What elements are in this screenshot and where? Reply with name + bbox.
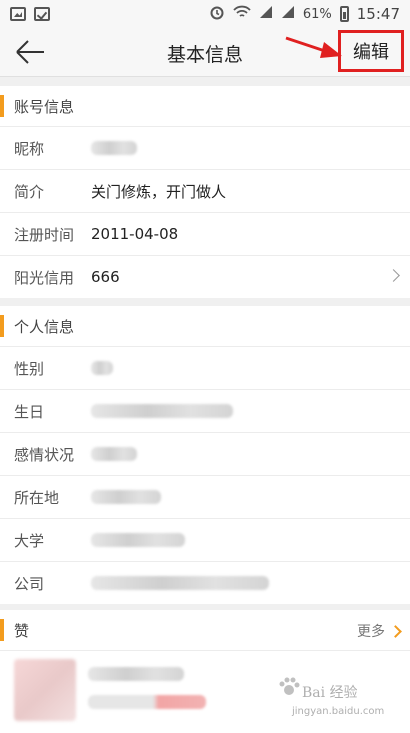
location-row[interactable]: 所在地 — [0, 476, 410, 519]
liked-item-thumbnail-blurred — [14, 659, 76, 721]
company-value-blurred — [91, 576, 269, 590]
birthday-label: 生日 — [14, 402, 45, 421]
clock: 15:47 — [356, 5, 400, 23]
wifi-icon — [233, 5, 251, 23]
chevron-right-icon — [389, 624, 402, 638]
account-info-section: 账号信息 昵称 简介 关门修炼，开门做人 注册时间 2011-04-08 阳光信… — [0, 86, 410, 298]
birthday-row[interactable]: 生日 — [0, 390, 410, 433]
university-value-blurred — [91, 533, 185, 547]
relationship-value-blurred — [91, 447, 137, 461]
section-accent-bar — [0, 619, 4, 641]
company-row[interactable]: 公司 — [0, 562, 410, 604]
watermark-url: jingyan.baidu.com — [292, 706, 385, 717]
paw-logo-icon — [279, 677, 300, 695]
bio-row[interactable]: 简介 关门修炼，开门做人 — [0, 170, 410, 213]
gender-value-blurred — [91, 361, 113, 375]
bio-label: 简介 — [14, 182, 45, 201]
register-date-row: 注册时间 2011-04-08 — [0, 213, 410, 256]
likes-section-header: 赞 更多 — [0, 610, 410, 651]
relationship-row[interactable]: 感情状况 — [0, 433, 410, 476]
register-date-value: 2011-04-08 — [91, 225, 179, 243]
nickname-row[interactable]: 昵称 — [0, 127, 410, 170]
university-row[interactable]: 大学 — [0, 519, 410, 562]
section-accent-bar — [0, 95, 4, 117]
nickname-label: 昵称 — [14, 139, 45, 158]
university-label: 大学 — [14, 531, 45, 550]
credit-label: 阳光信用 — [14, 268, 75, 287]
battery-percent: 61% — [302, 6, 332, 22]
liked-item-title-blurred — [88, 667, 184, 681]
signal-icon — [259, 5, 273, 23]
alarm-icon — [209, 4, 225, 24]
watermark-text: Bai 经验 — [302, 685, 358, 701]
location-label: 所在地 — [14, 488, 60, 507]
credit-row[interactable]: 阳光信用 666 — [0, 256, 410, 298]
watermark: Bai 经验 jingyan.baidu.com — [278, 676, 398, 728]
nickname-value-blurred — [91, 141, 137, 155]
liked-item-subtitle-blurred — [88, 695, 206, 709]
battery-icon — [339, 6, 349, 22]
relationship-label: 感情状况 — [14, 445, 75, 464]
edit-button[interactable]: 编辑 — [338, 30, 404, 72]
gender-row[interactable]: 性别 — [0, 347, 410, 390]
personal-section-title: 个人信息 — [14, 317, 75, 336]
section-accent-bar — [0, 315, 4, 337]
personal-info-section: 个人信息 性别 生日 感情状况 所在地 大学 公司 — [0, 306, 410, 604]
account-section-title: 账号信息 — [14, 97, 75, 116]
credit-value: 666 — [91, 268, 120, 286]
annotation-arrow-icon — [285, 36, 342, 58]
task-notification-icon — [34, 7, 50, 21]
bio-value: 关门修炼，开门做人 — [91, 182, 227, 201]
more-button[interactable]: 更多 — [357, 621, 402, 641]
register-date-label: 注册时间 — [14, 225, 75, 244]
gender-label: 性别 — [14, 359, 45, 378]
location-value-blurred — [91, 490, 161, 504]
more-label: 更多 — [357, 624, 385, 640]
chevron-right-icon — [387, 269, 400, 282]
gallery-notification-icon — [10, 7, 26, 21]
company-label: 公司 — [14, 574, 45, 593]
signal-icon-2 — [281, 5, 295, 23]
personal-section-header: 个人信息 — [0, 306, 410, 347]
app-header: 基本信息 编辑 — [0, 28, 410, 77]
likes-section-title: 赞 — [14, 621, 30, 640]
account-section-header: 账号信息 — [0, 86, 410, 127]
status-bar: 61% 15:47 — [0, 0, 410, 28]
birthday-value-blurred — [91, 404, 233, 418]
